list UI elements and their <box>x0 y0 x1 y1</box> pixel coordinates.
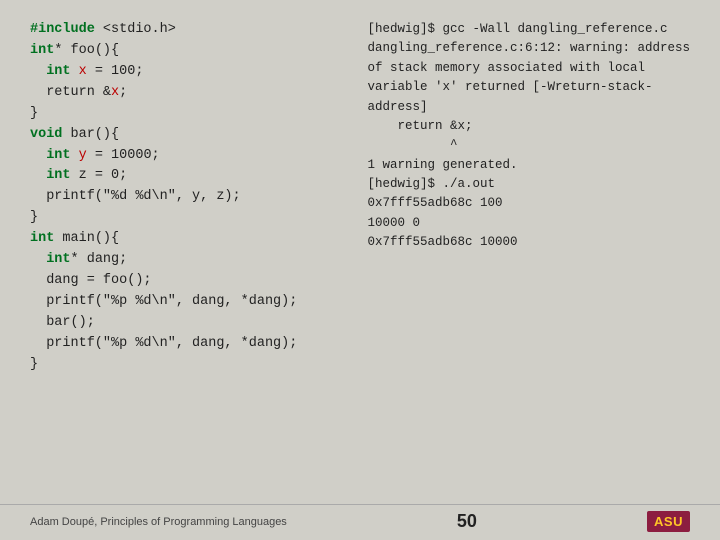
terminal-line-9: [hedwig]$ ./a.out <box>367 175 690 194</box>
footer-credit: Adam Doupé, Principles of Programming La… <box>30 516 287 528</box>
code-line-10: } <box>30 208 347 229</box>
code-line-13: dang = foo(); <box>30 271 347 292</box>
code-line-2: int* foo(){ <box>30 41 347 62</box>
code-line-12: int* dang; <box>30 250 347 271</box>
code-line-16: printf("%p %d\n", dang, *dang); <box>30 334 347 355</box>
terminal-line-8: 1 warning generated. <box>367 156 690 175</box>
code-line-8: int z = 0; <box>30 166 347 187</box>
content-area: #include <stdio.h> int* foo(){ int x = 1… <box>0 0 720 504</box>
code-line-3: int x = 100; <box>30 62 347 83</box>
terminal-line-4: variable 'x' returned [-Wreturn-stack- <box>367 78 690 97</box>
footer: Adam Doupé, Principles of Programming La… <box>0 504 720 540</box>
terminal-line-12: 0x7fff55adb68c 10000 <box>367 233 690 252</box>
terminal-line-2: dangling_reference.c:6:12: warning: addr… <box>367 39 690 58</box>
terminal-line-5: address] <box>367 98 690 117</box>
code-line-4: return &x; <box>30 83 347 104</box>
code-line-15: bar(); <box>30 313 347 334</box>
terminal-line-6: return &x; <box>367 117 690 136</box>
code-panel: #include <stdio.h> int* foo(){ int x = 1… <box>30 20 347 494</box>
code-line-14: printf("%p %d\n", dang, *dang); <box>30 292 347 313</box>
code-line-7: int y = 10000; <box>30 146 347 167</box>
code-line-17: } <box>30 355 347 376</box>
terminal-panel: [hedwig]$ gcc -Wall dangling_reference.c… <box>367 20 690 494</box>
code-line-1: #include <stdio.h> <box>30 20 347 41</box>
terminal-line-10: 0x7fff55adb68c 100 <box>367 194 690 213</box>
footer-page-number: 50 <box>457 511 477 532</box>
terminal-line-3: of stack memory associated with local <box>367 59 690 78</box>
code-line-11: int main(){ <box>30 229 347 250</box>
code-line-6: void bar(){ <box>30 125 347 146</box>
terminal-line-7: ^ <box>367 136 690 155</box>
code-line-9: printf("%d %d\n", y, z); <box>30 187 347 208</box>
slide: #include <stdio.h> int* foo(){ int x = 1… <box>0 0 720 540</box>
terminal-line-1: [hedwig]$ gcc -Wall dangling_reference.c <box>367 20 690 39</box>
asu-logo: ASU <box>647 511 690 532</box>
terminal-line-11: 10000 0 <box>367 214 690 233</box>
code-line-5: } <box>30 104 347 125</box>
